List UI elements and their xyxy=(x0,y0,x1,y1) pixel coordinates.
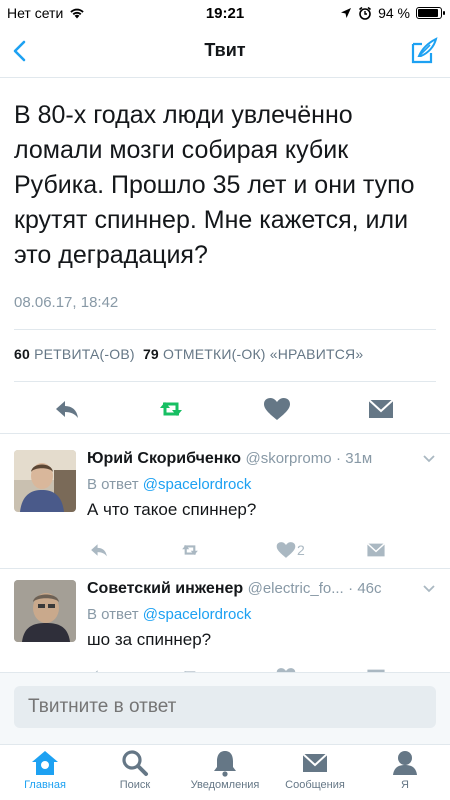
reply-time: · 46с xyxy=(348,580,382,597)
alarm-icon xyxy=(359,6,372,20)
reply-icon[interactable] xyxy=(52,395,82,423)
in-reply-prefix: В ответ xyxy=(87,606,139,623)
retweet-icon[interactable] xyxy=(156,395,186,423)
reply-header: Юрий Скорибченко @skorpromo · 31м xyxy=(87,450,372,468)
chevron-down-icon[interactable] xyxy=(422,582,436,596)
in-reply-to: В ответ @spacelordrock xyxy=(87,606,251,623)
reply-text: А что такое спиннер? xyxy=(87,500,257,519)
page-title: Твит xyxy=(204,40,246,60)
in-reply-prefix: В ответ xyxy=(87,476,139,493)
in-reply-handle-link[interactable]: @spacelordrock xyxy=(143,606,252,623)
tab-label: Я xyxy=(401,779,409,791)
reply-item[interactable]: Юрий Скорибченко @skorpromo · 31м В отве… xyxy=(0,450,450,568)
in-reply-to: В ответ @spacelordrock xyxy=(87,476,251,493)
direct-message-icon[interactable] xyxy=(364,540,388,560)
likes-label[interactable]: ОТМЕТКИ(-ОК) «НРАВИТСЯ» xyxy=(163,346,363,362)
tab-search[interactable]: Поиск xyxy=(90,749,180,791)
home-icon xyxy=(32,751,58,775)
likes-count[interactable]: 79 xyxy=(143,346,159,362)
divider xyxy=(14,329,436,330)
tab-bar: Главная Поиск Уведомления Сообщения Я xyxy=(0,744,450,800)
status-bar: Нет сети 19:21 94 % xyxy=(0,0,450,26)
tweet-date: 08.06.17, 18:42 xyxy=(14,294,119,311)
retweets-label[interactable]: РЕТВИТА(-ОВ) xyxy=(34,346,135,362)
reply-header: Советский инженер @electric_fo... · 46с xyxy=(87,580,382,598)
tweet-text: В 80-х годах люди увлечённо ломали мозги… xyxy=(14,101,415,269)
reply-text: шо за спиннер? xyxy=(87,630,212,649)
reply-icon[interactable] xyxy=(87,540,111,560)
tweet-stats: 60 РЕТВИТА(-ОВ) 79 ОТМЕТКИ(-ОК) «НРАВИТС… xyxy=(14,346,363,362)
avatar[interactable] xyxy=(14,580,76,642)
reply-actions: 2 xyxy=(0,540,450,562)
heart-icon[interactable] xyxy=(262,395,292,423)
tab-label: Главная xyxy=(24,779,66,791)
divider xyxy=(0,433,450,434)
tweet-actions xyxy=(0,391,450,427)
heart-icon[interactable] xyxy=(274,540,298,560)
tab-label: Уведомления xyxy=(190,779,260,791)
retweet-icon[interactable] xyxy=(178,540,202,560)
divider xyxy=(0,568,450,569)
tab-me[interactable]: Я xyxy=(360,749,450,791)
tab-home[interactable]: Главная xyxy=(0,749,90,791)
direct-message-icon[interactable] xyxy=(366,395,396,423)
chevron-down-icon[interactable] xyxy=(422,452,436,466)
like-count: 2 xyxy=(297,542,305,558)
divider xyxy=(14,381,436,382)
in-reply-handle-link[interactable]: @spacelordrock xyxy=(143,476,252,493)
battery-fill xyxy=(418,9,438,17)
reply-author-name[interactable]: Юрий Скорибченко xyxy=(87,450,241,467)
battery-percent: 94 % xyxy=(378,5,410,21)
envelope-icon xyxy=(302,753,328,772)
reply-input[interactable] xyxy=(14,686,436,728)
bell-icon xyxy=(214,751,236,777)
compose-tweet-icon[interactable] xyxy=(408,35,440,67)
avatar[interactable] xyxy=(14,450,76,512)
person-icon xyxy=(393,751,417,775)
reply-author-handle: @electric_fo... xyxy=(247,580,344,597)
search-icon xyxy=(122,750,148,776)
tab-notifications[interactable]: Уведомления xyxy=(180,749,270,791)
reply-item[interactable]: Советский инженер @electric_fo... · 46с … xyxy=(0,580,450,672)
nav-bar: Твит xyxy=(0,26,450,78)
battery-icon xyxy=(416,7,445,19)
tab-label: Сообщения xyxy=(285,779,345,791)
tab-label: Поиск xyxy=(119,779,151,791)
location-arrow-icon xyxy=(341,8,352,18)
tab-messages[interactable]: Сообщения xyxy=(270,749,360,791)
reply-composer-bar xyxy=(0,672,450,744)
reply-author-name[interactable]: Советский инженер xyxy=(87,580,243,597)
reply-time: · 31м xyxy=(336,450,373,467)
reply-author-handle: @skorpromo xyxy=(245,450,332,467)
status-right: 94 % xyxy=(340,5,445,21)
retweets-count[interactable]: 60 xyxy=(14,346,30,362)
